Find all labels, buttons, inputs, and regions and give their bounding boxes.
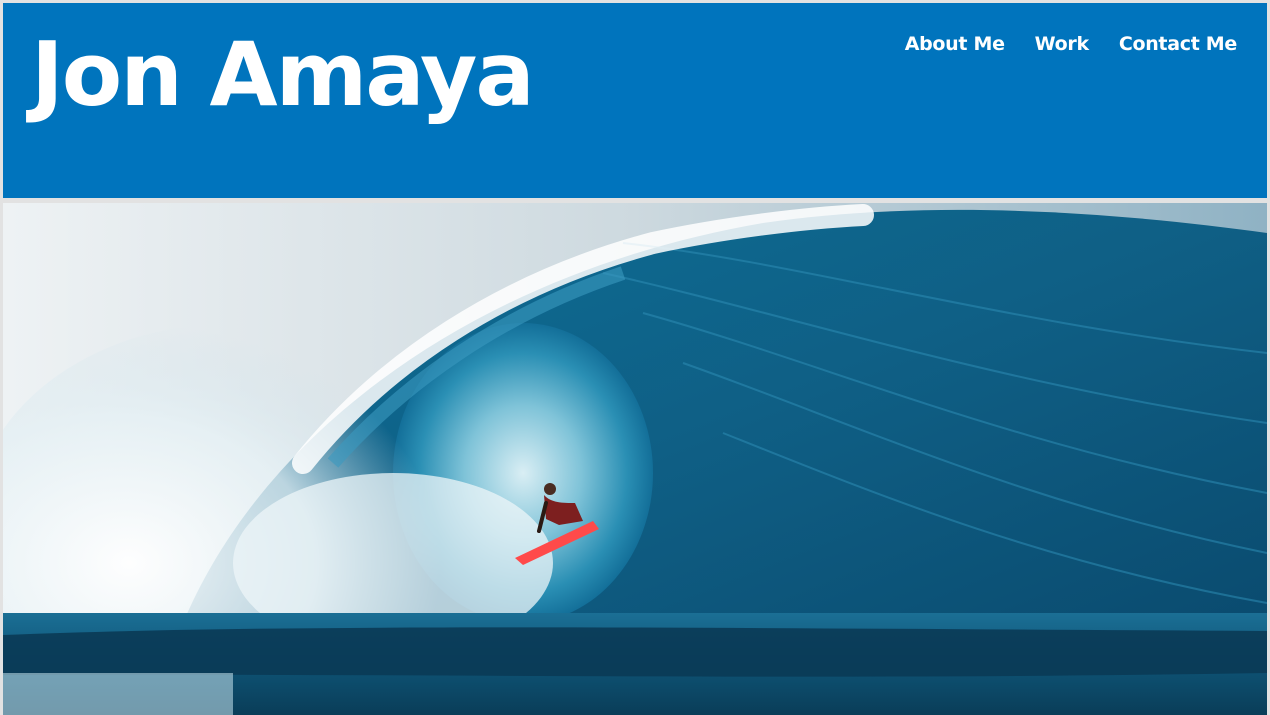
surf-wave-illustration xyxy=(3,203,1267,715)
main-nav: About Me Work Contact Me xyxy=(905,33,1238,55)
page: Jon Amaya About Me Work Contact Me xyxy=(0,0,1270,715)
nav-link-work[interactable]: Work xyxy=(1035,33,1089,55)
nav-link-contact-me[interactable]: Contact Me xyxy=(1119,33,1237,55)
nav-link-about-me[interactable]: About Me xyxy=(905,33,1005,55)
site-title[interactable]: Jon Amaya xyxy=(31,25,535,125)
site-header: Jon Amaya About Me Work Contact Me xyxy=(3,3,1267,198)
hero-image xyxy=(3,203,1267,715)
